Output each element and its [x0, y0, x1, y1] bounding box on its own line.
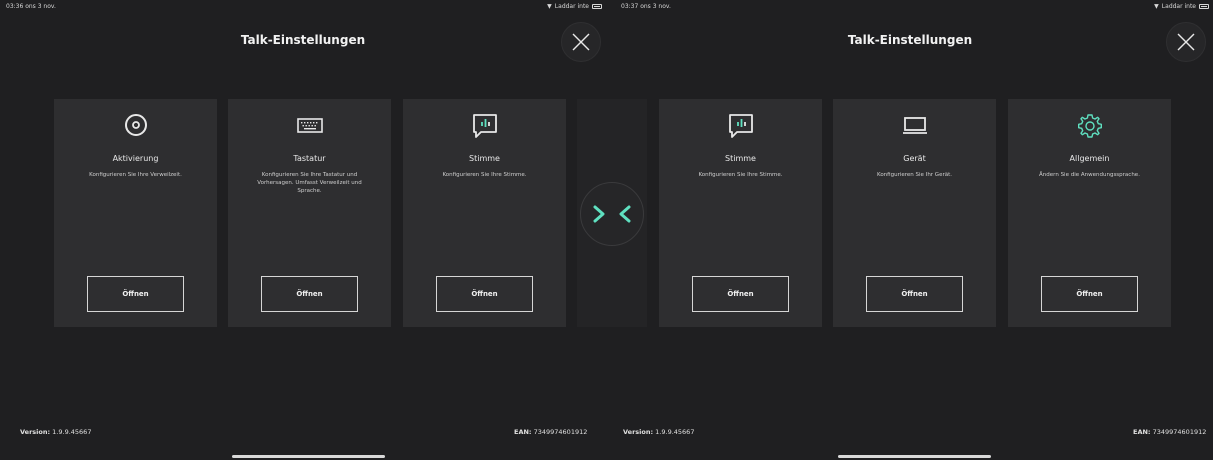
- open-button[interactable]: Öffnen: [1041, 276, 1138, 312]
- version-label: Version:: [20, 428, 51, 436]
- status-bar: 03:36 ons 3 nov. ▼ Laddar inte: [0, 0, 606, 14]
- version-value: 1.9.9.45667: [655, 428, 695, 436]
- card-title: Stimme: [469, 154, 500, 163]
- close-button[interactable]: [561, 22, 601, 62]
- target-icon: [54, 113, 217, 137]
- close-button[interactable]: [1166, 22, 1206, 62]
- card-stimme: Stimme Konfigurieren Sie Ihre Stimme. Öf…: [403, 99, 566, 327]
- voice-bubble-icon: [403, 113, 566, 138]
- ean-info: EAN: 7349974601912: [1133, 428, 1206, 436]
- battery-icon: [1199, 4, 1209, 9]
- card-description: Ändern Sie die Anwendungssprache.: [1039, 172, 1140, 178]
- card-title: Gerät: [903, 154, 926, 163]
- ean-label: EAN:: [514, 428, 532, 436]
- right-screen: 03:37 ons 3 nov. ▼ Laddar inte Talk-Eins…: [607, 0, 1213, 460]
- card-tastatur: Tastatur Konfigurieren Sie Ihre Tastatur…: [228, 99, 391, 327]
- home-indicator[interactable]: [838, 455, 991, 458]
- version-value: 1.9.9.45667: [52, 428, 92, 436]
- wifi-icon: ▼: [1154, 3, 1159, 10]
- status-bar: 03:37 ons 3 nov. ▼ Laddar inte: [607, 0, 1213, 14]
- close-icon: [1177, 33, 1195, 51]
- card-description: Konfigurieren Sie Ihre Verweilzeit.: [89, 172, 182, 178]
- card-description: Konfigurieren Sie Ihr Gerät.: [876, 172, 952, 178]
- card-aktivierung: Aktivierung Konfigurieren Sie Ihre Verwe…: [54, 99, 217, 327]
- battery-icon: [592, 4, 602, 9]
- open-button[interactable]: Öffnen: [692, 276, 789, 312]
- voice-bubble-icon: [659, 113, 822, 138]
- status-time: 03:36 ons 3 nov.: [6, 3, 56, 10]
- gear-icon: [1008, 113, 1171, 138]
- split-arrows-icon: [593, 205, 631, 223]
- card-allgemein: Allgemein Ändern Sie die Anwendungssprac…: [1008, 99, 1171, 327]
- ean-value: 7349974601912: [533, 428, 588, 436]
- version-info: Version: 1.9.9.45667: [623, 428, 694, 436]
- open-button[interactable]: Öffnen: [87, 276, 184, 312]
- open-button[interactable]: Öffnen: [866, 276, 963, 312]
- close-icon: [572, 33, 590, 51]
- wifi-icon: ▼: [547, 3, 552, 10]
- card-geraet: Gerät Konfigurieren Sie Ihr Gerät. Öffne…: [833, 99, 996, 327]
- card-description: Konfigurieren Sie Ihre Stimme.: [698, 172, 783, 178]
- version-info: Version: 1.9.9.45667: [20, 428, 91, 436]
- home-indicator[interactable]: [232, 455, 385, 458]
- battery-status-label: Laddar inte: [554, 3, 589, 10]
- card-title: Allgemein: [1069, 154, 1110, 163]
- card-description: Konfigurieren Sie Ihre Tastatur und Vorh…: [257, 172, 362, 194]
- page-title: Talk-Einstellungen: [847, 33, 973, 47]
- card-title: Tastatur: [293, 154, 326, 163]
- page-title: Talk-Einstellungen: [240, 33, 366, 47]
- status-right: ▼ Laddar inte: [547, 3, 602, 10]
- card-stimme: Stimme Konfigurieren Sie Ihre Stimme. Öf…: [659, 99, 822, 327]
- battery-status-label: Laddar inte: [1161, 3, 1196, 10]
- split-view-handle[interactable]: [580, 182, 644, 246]
- card-title: Aktivierung: [112, 154, 159, 163]
- card-description: Konfigurieren Sie Ihre Stimme.: [442, 172, 527, 178]
- status-time: 03:37 ons 3 nov.: [621, 3, 671, 10]
- ean-label: EAN:: [1133, 428, 1151, 436]
- version-label: Version:: [623, 428, 654, 436]
- ean-info: EAN: 7349974601912: [514, 428, 587, 436]
- open-button[interactable]: Öffnen: [261, 276, 358, 312]
- keyboard-icon: [228, 113, 391, 137]
- ean-value: 7349974601912: [1152, 428, 1207, 436]
- monitor-icon: [833, 113, 996, 137]
- card-title: Stimme: [725, 154, 756, 163]
- status-right: ▼ Laddar inte: [1154, 3, 1209, 10]
- open-button[interactable]: Öffnen: [436, 276, 533, 312]
- left-screen: 03:36 ons 3 nov. ▼ Laddar inte Talk-Eins…: [0, 0, 606, 460]
